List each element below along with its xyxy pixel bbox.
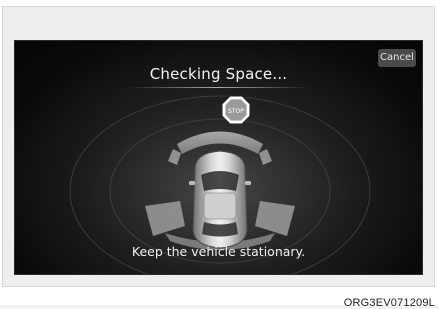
figure-caption: ORG3EV071209L	[343, 297, 435, 309]
manual-figure: Cancel Checking Space... STOP Keep the v…	[0, 0, 439, 309]
instruction-message: Keep the vehicle stationary.	[131, 244, 306, 259]
stop-sign-icon: STOP	[221, 95, 251, 125]
vehicle-scene: STOP	[30, 81, 410, 274]
stop-sign-text: STOP	[228, 108, 244, 115]
car-top-view-icon	[189, 150, 251, 249]
parking-assist-screen: Cancel Checking Space... STOP Keep the v…	[14, 40, 423, 275]
